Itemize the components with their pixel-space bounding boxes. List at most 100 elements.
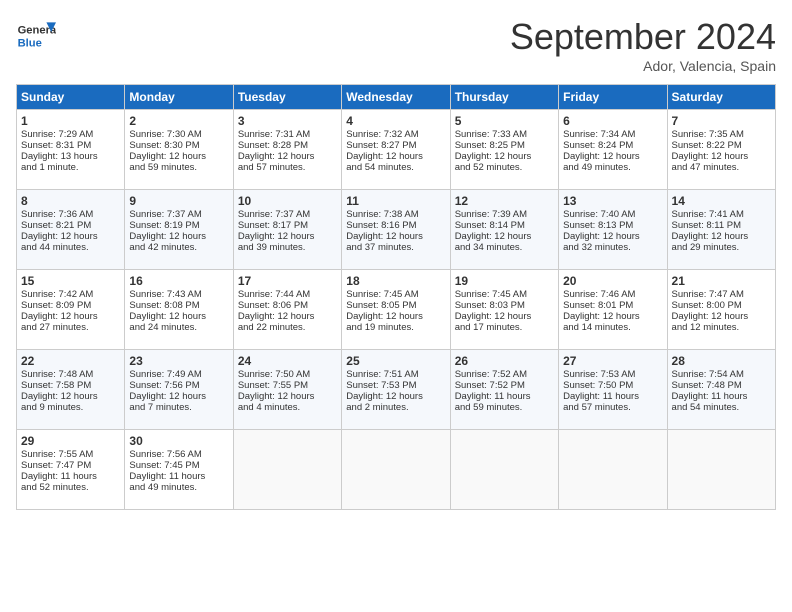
day-info: Sunrise: 7:45 AM [455,289,554,300]
day-number: 19 [455,274,554,288]
day-info: and 49 minutes. [129,482,228,493]
day-info: and 37 minutes. [346,242,445,253]
calendar-cell: 18Sunrise: 7:45 AMSunset: 8:05 PMDayligh… [342,270,450,350]
calendar-cell: 29Sunrise: 7:55 AMSunset: 7:47 PMDayligh… [17,430,125,510]
day-info: Daylight: 12 hours [238,311,337,322]
day-info: Sunset: 8:22 PM [672,140,771,151]
day-info: Sunset: 8:08 PM [129,300,228,311]
day-info: and 17 minutes. [455,322,554,333]
calendar-cell [450,430,558,510]
day-info: Sunrise: 7:37 AM [129,209,228,220]
day-info: Sunset: 8:05 PM [346,300,445,311]
day-info: and 54 minutes. [672,402,771,413]
day-info: Sunrise: 7:36 AM [21,209,120,220]
day-number: 16 [129,274,228,288]
day-header-wednesday: Wednesday [342,85,450,110]
day-info: Sunrise: 7:55 AM [21,449,120,460]
calendar-cell: 17Sunrise: 7:44 AMSunset: 8:06 PMDayligh… [233,270,341,350]
day-number: 15 [21,274,120,288]
calendar-cell: 14Sunrise: 7:41 AMSunset: 8:11 PMDayligh… [667,190,775,270]
day-info: Sunset: 8:00 PM [672,300,771,311]
calendar-cell: 6Sunrise: 7:34 AMSunset: 8:24 PMDaylight… [559,110,667,190]
day-info: Daylight: 12 hours [672,231,771,242]
day-info: Sunrise: 7:38 AM [346,209,445,220]
day-info: Sunset: 8:06 PM [238,300,337,311]
day-number: 27 [563,354,662,368]
day-info: Sunset: 8:24 PM [563,140,662,151]
day-info: Sunrise: 7:45 AM [346,289,445,300]
calendar-table: SundayMondayTuesdayWednesdayThursdayFrid… [16,84,776,510]
day-info: Daylight: 11 hours [21,471,120,482]
day-header-monday: Monday [125,85,233,110]
day-info: Daylight: 12 hours [238,391,337,402]
day-info: and 9 minutes. [21,402,120,413]
day-info: and 59 minutes. [129,162,228,173]
day-info: and 42 minutes. [129,242,228,253]
day-info: and 52 minutes. [21,482,120,493]
logo: General Blue [16,16,60,56]
day-number: 18 [346,274,445,288]
day-info: Sunset: 7:52 PM [455,380,554,391]
day-info: Sunrise: 7:35 AM [672,129,771,140]
day-info: Sunrise: 7:49 AM [129,369,228,380]
day-info: and 39 minutes. [238,242,337,253]
day-info: Daylight: 11 hours [672,391,771,402]
day-info: Sunrise: 7:33 AM [455,129,554,140]
day-info: Sunset: 7:47 PM [21,460,120,471]
day-info: and 4 minutes. [238,402,337,413]
day-info: Sunset: 8:16 PM [346,220,445,231]
day-number: 14 [672,194,771,208]
day-info: Daylight: 11 hours [563,391,662,402]
day-info: Sunset: 7:55 PM [238,380,337,391]
calendar-cell: 12Sunrise: 7:39 AMSunset: 8:14 PMDayligh… [450,190,558,270]
day-header-tuesday: Tuesday [233,85,341,110]
day-number: 30 [129,434,228,448]
day-info: Sunset: 8:27 PM [346,140,445,151]
day-info: Sunrise: 7:43 AM [129,289,228,300]
day-info: Sunset: 8:01 PM [563,300,662,311]
day-info: Sunrise: 7:37 AM [238,209,337,220]
day-info: Daylight: 12 hours [346,231,445,242]
day-info: Sunset: 8:11 PM [672,220,771,231]
calendar-cell: 30Sunrise: 7:56 AMSunset: 7:45 PMDayligh… [125,430,233,510]
calendar-cell [342,430,450,510]
day-info: Daylight: 12 hours [346,311,445,322]
calendar-cell [233,430,341,510]
day-info: Daylight: 12 hours [563,231,662,242]
day-number: 3 [238,114,337,128]
calendar-cell: 25Sunrise: 7:51 AMSunset: 7:53 PMDayligh… [342,350,450,430]
day-info: and 47 minutes. [672,162,771,173]
day-info: and 44 minutes. [21,242,120,253]
day-number: 22 [21,354,120,368]
calendar-cell: 26Sunrise: 7:52 AMSunset: 7:52 PMDayligh… [450,350,558,430]
day-number: 21 [672,274,771,288]
calendar-cell: 23Sunrise: 7:49 AMSunset: 7:56 PMDayligh… [125,350,233,430]
day-info: Daylight: 11 hours [455,391,554,402]
day-info: Sunrise: 7:44 AM [238,289,337,300]
calendar-cell: 13Sunrise: 7:40 AMSunset: 8:13 PMDayligh… [559,190,667,270]
day-info: Sunrise: 7:48 AM [21,369,120,380]
day-info: Sunset: 8:30 PM [129,140,228,151]
month-title: September 2024 [510,16,776,58]
day-info: Sunrise: 7:40 AM [563,209,662,220]
day-info: and 49 minutes. [563,162,662,173]
day-info: Sunset: 8:09 PM [21,300,120,311]
day-number: 4 [346,114,445,128]
day-info: Sunrise: 7:47 AM [672,289,771,300]
day-info: Sunrise: 7:53 AM [563,369,662,380]
day-number: 10 [238,194,337,208]
day-info: and 57 minutes. [563,402,662,413]
day-info: Sunset: 8:25 PM [455,140,554,151]
day-info: Daylight: 13 hours [21,151,120,162]
day-header-sunday: Sunday [17,85,125,110]
day-info: Sunrise: 7:32 AM [346,129,445,140]
day-info: and 14 minutes. [563,322,662,333]
day-info: Sunset: 8:17 PM [238,220,337,231]
day-info: Daylight: 12 hours [672,311,771,322]
day-info: Daylight: 12 hours [563,151,662,162]
day-number: 11 [346,194,445,208]
day-number: 5 [455,114,554,128]
day-info: and 12 minutes. [672,322,771,333]
day-info: Daylight: 12 hours [129,151,228,162]
day-info: Daylight: 12 hours [455,151,554,162]
